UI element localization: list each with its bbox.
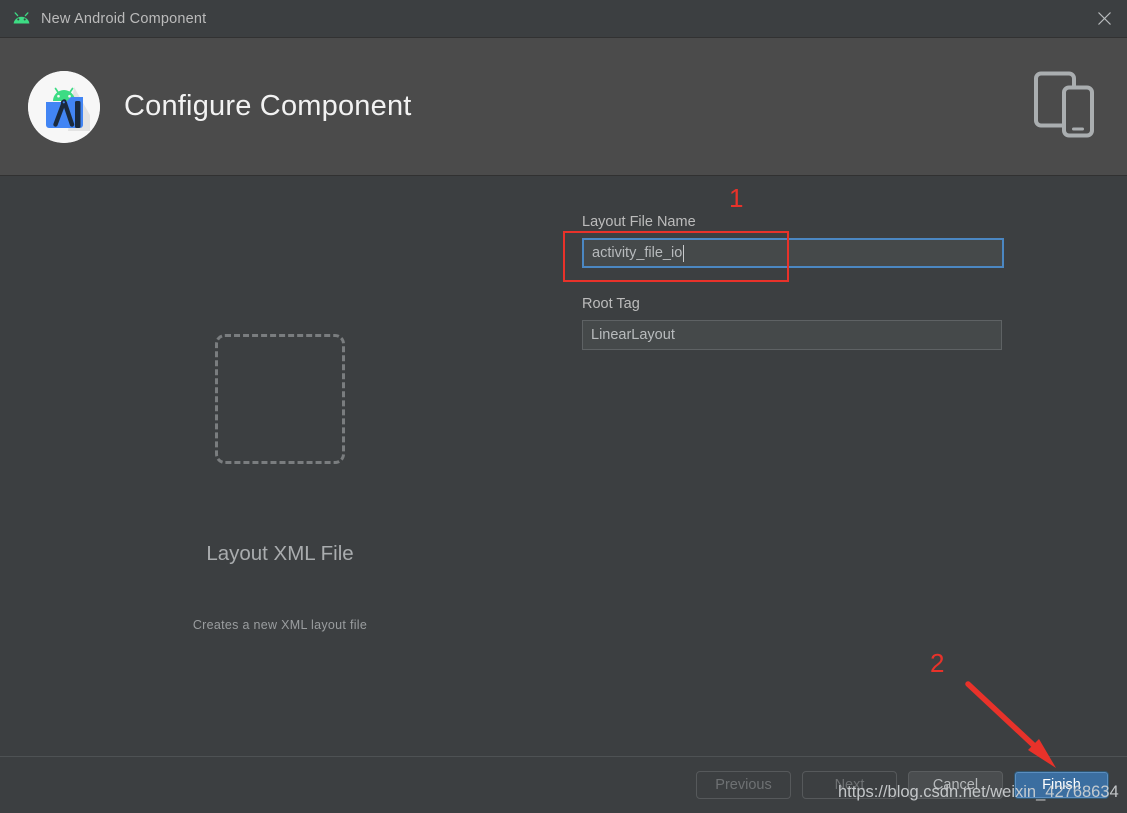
new-android-component-dialog: New Android Component Configure Componen… xyxy=(0,0,1127,813)
component-preview-panel: Layout XML File Creates a new XML layout… xyxy=(0,176,560,632)
android-robot-icon xyxy=(11,9,31,29)
window-title-bar: New Android Component xyxy=(0,0,1127,38)
window-title: New Android Component xyxy=(41,10,207,27)
close-icon[interactable] xyxy=(1081,0,1127,37)
tablet-and-phone-icon xyxy=(1033,69,1095,144)
dashed-square-placeholder-icon xyxy=(215,334,345,464)
layout-file-name-input[interactable]: activity_file_io xyxy=(582,238,1004,268)
preview-description: Creates a new XML layout file xyxy=(192,618,368,632)
previous-button[interactable]: Previous xyxy=(696,771,791,799)
finish-button[interactable]: Finish xyxy=(1014,771,1109,799)
field-spacer xyxy=(582,268,1004,296)
layout-file-name-value: activity_file_io xyxy=(592,245,683,261)
cancel-button[interactable]: Cancel xyxy=(908,771,1003,799)
root-tag-label: Root Tag xyxy=(582,296,640,312)
dialog-body: Layout XML File Creates a new XML layout… xyxy=(0,176,1127,756)
dialog-header: Configure Component xyxy=(0,38,1127,176)
page-title: Configure Component xyxy=(124,90,412,122)
root-tag-input[interactable]: LinearLayout xyxy=(582,320,1002,350)
text-caret xyxy=(683,244,685,262)
preview-title: Layout XML File xyxy=(206,542,354,565)
next-button[interactable]: Next xyxy=(802,771,897,799)
configuration-form: Layout File Name activity_file_io Root T… xyxy=(582,214,1004,350)
dialog-footer: Previous Next Cancel Finish xyxy=(0,756,1127,813)
android-studio-logo-icon xyxy=(28,70,100,143)
root-tag-value: LinearLayout xyxy=(591,327,675,343)
layout-file-name-label: Layout File Name xyxy=(582,214,696,230)
